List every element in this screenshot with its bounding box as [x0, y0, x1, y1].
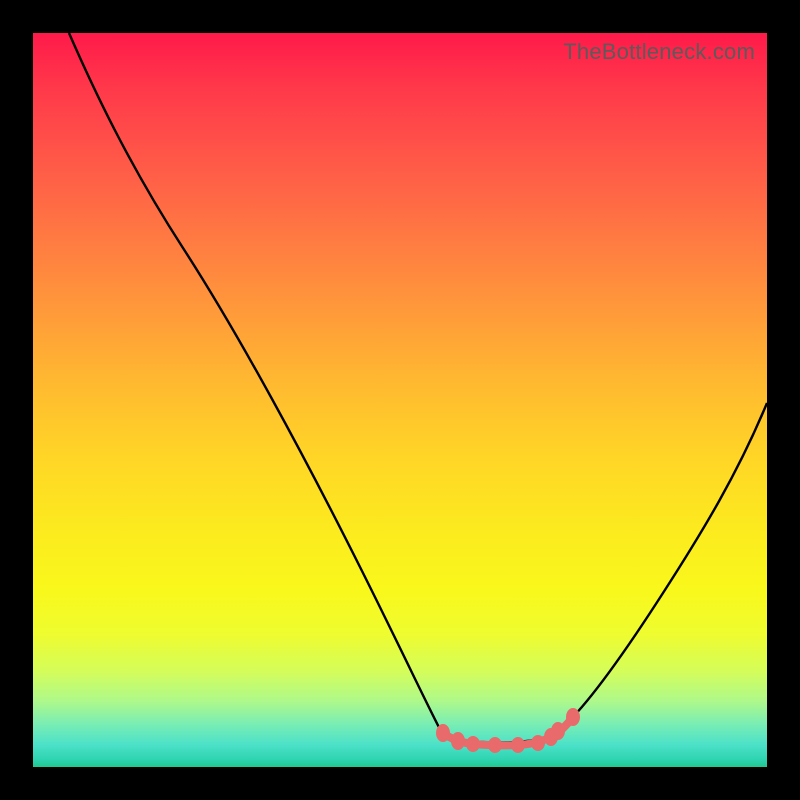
marker-dot: [511, 737, 525, 753]
right-curve: [553, 403, 767, 735]
left-curve: [69, 33, 443, 735]
chart-frame: TheBottleneck.com: [0, 0, 800, 800]
marker-dot: [566, 708, 580, 726]
plot-area: TheBottleneck.com: [33, 33, 767, 767]
marker-dot: [451, 732, 465, 750]
marker-dot: [436, 724, 450, 742]
curve-layer: [33, 33, 767, 767]
marker-dot: [488, 737, 502, 753]
watermark-text: TheBottleneck.com: [563, 39, 755, 65]
marker-dot: [466, 736, 480, 752]
marker-dot: [551, 722, 565, 740]
marker-dot: [531, 735, 545, 751]
